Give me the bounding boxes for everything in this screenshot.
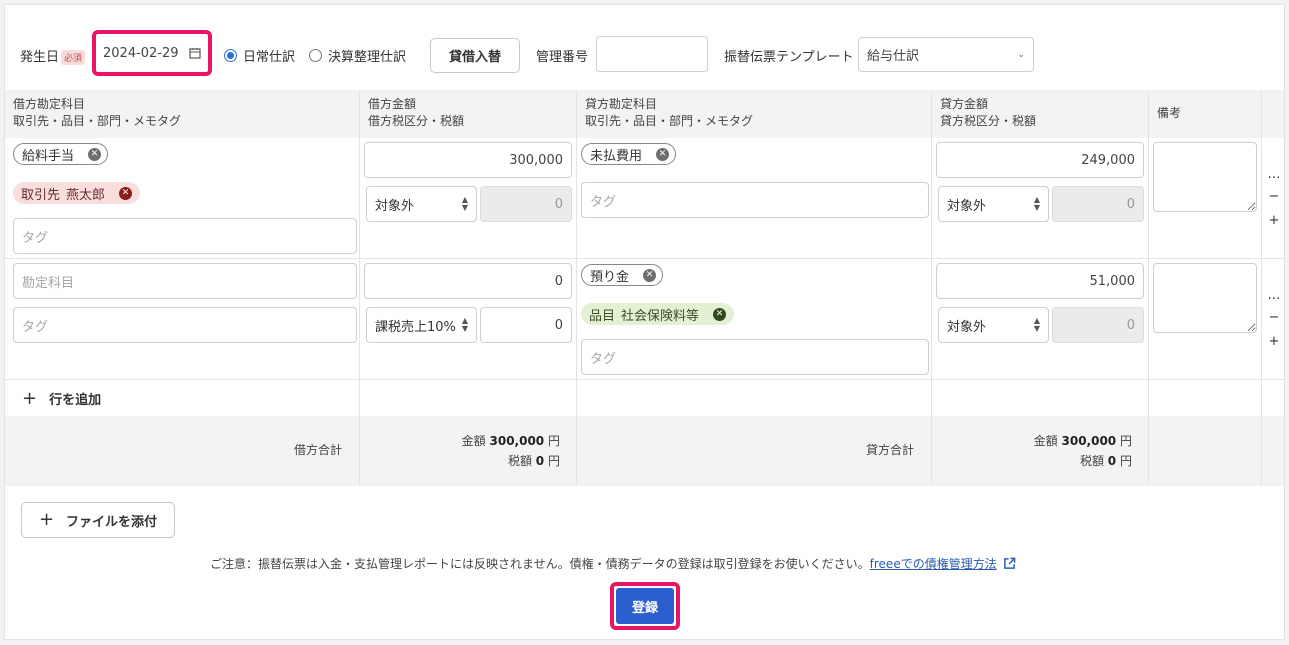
remove-icon[interactable]: ✕: [119, 186, 133, 200]
template-label: 振替伝票テンプレート: [724, 50, 854, 65]
updown-icon: ▲ ▼: [461, 316, 468, 333]
debit-tax-select[interactable]: 課税売上10% ▲ ▼: [366, 307, 477, 343]
credit-tax-amount: 0: [1052, 186, 1144, 222]
swap-button[interactable]: 貸借入替: [430, 38, 520, 73]
remove-row-icon[interactable]: −: [1267, 190, 1281, 203]
credit-amount-input[interactable]: 249,000: [936, 142, 1144, 178]
memo-textarea[interactable]: [1153, 263, 1257, 333]
remove-icon[interactable]: ✕: [88, 147, 102, 161]
credit-tax-select[interactable]: 対象外 ▲ ▼: [938, 186, 1049, 222]
debit-partner-tag[interactable]: 取引先 燕太郎 ✕: [13, 182, 141, 204]
debit-total-values: 金額 300,000 円 税額 0 円: [461, 434, 560, 468]
debit-tag-input[interactable]: タグ: [13, 218, 357, 254]
col-credit-account: 貸方勘定科目 取引先・品目・部門・メモタグ: [585, 97, 754, 128]
debt-management-link[interactable]: freeeでの債権管理方法: [870, 557, 997, 571]
attach-file-button[interactable]: + ファイルを添付: [21, 502, 175, 538]
radio-adjust[interactable]: 決算整理仕訳: [309, 46, 406, 65]
col-debit-account: 借方勘定科目 取引先・品目・部門・メモタグ: [13, 97, 182, 128]
credit-total-label: 貸方合計: [865, 443, 914, 457]
register-button[interactable]: 登録: [616, 588, 674, 624]
plus-icon: +: [38, 509, 55, 530]
col-memo: 備考: [1157, 106, 1182, 120]
col-debit-amount: 借方金額 借方税区分・税額: [368, 97, 465, 128]
debit-tax-amount-input[interactable]: 0: [480, 307, 572, 343]
date-label: 発生日 必須: [20, 46, 86, 65]
plus-icon: +: [22, 387, 38, 409]
radio-normal-dot[interactable]: [224, 49, 237, 62]
chevron-down-icon: ⌄: [1017, 49, 1025, 60]
debit-account-chip[interactable]: 給料手当 ✕: [13, 143, 109, 165]
more-icon[interactable]: …: [1267, 289, 1281, 302]
debit-tag-input[interactable]: タグ: [13, 307, 357, 343]
debit-tax-amount: 0: [480, 186, 572, 222]
debit-account-input[interactable]: 勘定科目: [13, 263, 357, 299]
mgmt-label: 管理番号: [536, 50, 589, 65]
mgmt-number-input[interactable]: [596, 36, 708, 72]
radio-normal[interactable]: 日常仕訳: [224, 46, 295, 65]
notice-text: ご注意：振替伝票は入金・支払管理レポートには反映されません。債権・債務データの登…: [210, 555, 1016, 572]
credit-total-values: 金額 300,000 円 税額 0 円: [1033, 434, 1132, 468]
add-row-link[interactable]: + 行を追加: [22, 389, 101, 408]
date-input[interactable]: 2024-02-29: [97, 36, 207, 70]
credit-tag-input[interactable]: タグ: [581, 182, 929, 218]
radio-adjust-dot[interactable]: [309, 49, 322, 62]
remove-icon[interactable]: ✕: [643, 268, 657, 282]
debit-total-label: 借方合計: [293, 443, 342, 457]
credit-account-chip[interactable]: 未払費用 ✕: [581, 143, 677, 165]
remove-icon[interactable]: ✕: [713, 307, 727, 321]
external-link-icon[interactable]: [1003, 557, 1016, 570]
credit-item-tag[interactable]: 品目 社会保険料等 ✕: [581, 303, 735, 325]
template-select[interactable]: 給与仕訳 ⌄: [858, 37, 1034, 72]
updown-icon: ▲ ▼: [461, 195, 468, 212]
memo-textarea[interactable]: [1153, 142, 1257, 212]
calendar-icon[interactable]: [189, 47, 201, 59]
col-credit-amount: 貸方金額 貸方税区分・税額: [940, 97, 1037, 128]
credit-amount-input[interactable]: 51,000: [936, 263, 1144, 299]
remove-icon[interactable]: ✕: [656, 147, 670, 161]
remove-row-icon[interactable]: −: [1267, 311, 1281, 324]
add-row-icon[interactable]: +: [1267, 214, 1281, 227]
debit-tax-select[interactable]: 対象外 ▲ ▼: [366, 186, 477, 222]
updown-icon: ▲ ▼: [1033, 316, 1040, 333]
credit-account-chip[interactable]: 預り金 ✕: [581, 264, 664, 286]
add-row-icon[interactable]: +: [1267, 335, 1281, 348]
required-badge: 必須: [61, 50, 86, 65]
debit-amount-input[interactable]: 300,000: [364, 142, 572, 178]
updown-icon: ▲ ▼: [1033, 195, 1040, 212]
debit-amount-input[interactable]: 0: [364, 263, 572, 299]
more-icon[interactable]: …: [1267, 168, 1281, 181]
credit-tax-amount: 0: [1052, 307, 1144, 343]
credit-tag-input[interactable]: タグ: [581, 339, 929, 375]
credit-tax-select[interactable]: 対象外 ▲ ▼: [938, 307, 1049, 343]
